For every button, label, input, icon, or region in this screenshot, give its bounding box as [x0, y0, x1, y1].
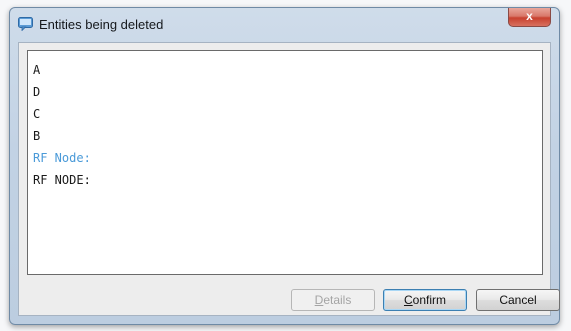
title-bar[interactable]: Entities being deleted x: [10, 8, 559, 40]
cancel-button[interactable]: Cancel: [476, 289, 560, 311]
confirm-mnemonic: C: [403, 293, 413, 307]
dialog-title: Entities being deleted: [39, 17, 164, 32]
cancel-label: Cancel: [499, 293, 537, 307]
dialog-client-area: A D C B RF Node: RF NODE: Details Confir…: [18, 42, 560, 316]
list-item[interactable]: C: [33, 103, 542, 125]
list-item[interactable]: D: [33, 81, 542, 103]
confirm-button[interactable]: Confirm: [383, 289, 467, 311]
list-item[interactable]: A: [33, 59, 542, 81]
close-icon: x: [526, 9, 533, 23]
list-item[interactable]: B: [33, 125, 542, 147]
button-row: Details Confirm Cancel: [19, 289, 560, 313]
list-item[interactable]: RF NODE:: [33, 169, 542, 191]
entities-list[interactable]: A D C B RF Node: RF NODE:: [27, 50, 543, 275]
window-app-icon: [18, 17, 33, 32]
entities-deleted-dialog: Entities being deleted x A D C B RF Node…: [9, 7, 560, 325]
confirm-label: onfirm: [412, 293, 446, 307]
list-item-highlighted[interactable]: RF Node:: [33, 147, 542, 169]
details-button[interactable]: Details: [291, 289, 375, 311]
close-button[interactable]: x: [508, 8, 551, 27]
details-label: etails: [323, 293, 352, 307]
